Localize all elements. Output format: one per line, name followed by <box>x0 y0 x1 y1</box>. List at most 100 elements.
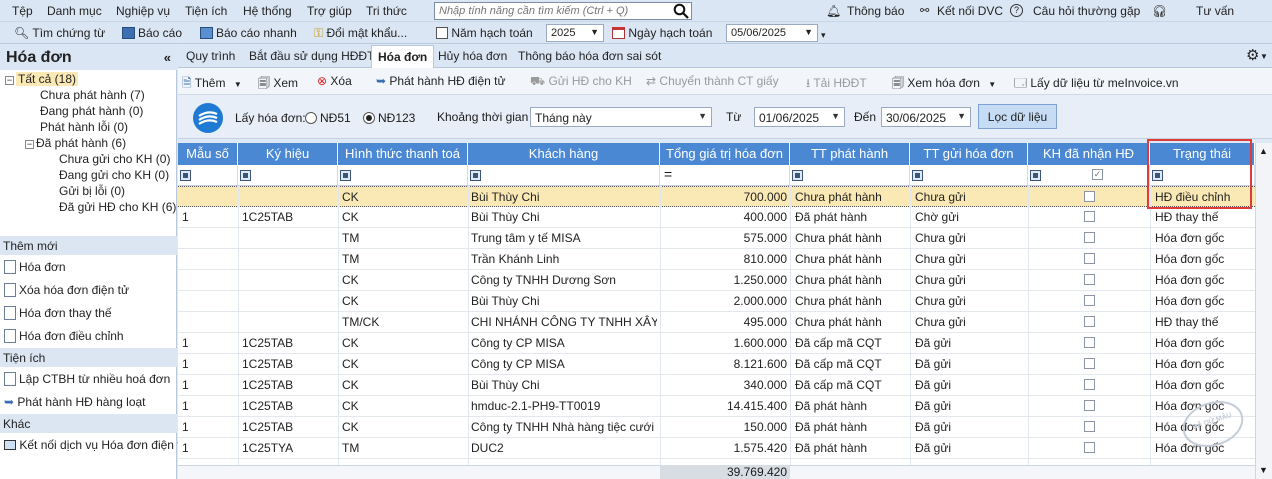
table-row[interactable]: 1 1C25TAB CK Công ty CP MISA 8.121.600 Đã cấp… <box>178 354 1255 375</box>
menu-he-thong[interactable]: Hệ thống <box>243 4 292 18</box>
view-invoice-button[interactable]: 🗐︎ Xem hóa đơn ▼ <box>892 74 996 95</box>
filter-cell[interactable] <box>468 165 660 186</box>
col-header-payment[interactable]: Hình thức thanh toá <box>338 143 468 165</box>
received-checkbox[interactable] <box>1084 442 1095 453</box>
table-row[interactable]: 1 1C25TYA TM DUC2 1.575.420 Đã phát hành Đã gử… <box>178 438 1255 459</box>
chevron-down-icon[interactable]: ▼ <box>234 80 242 89</box>
report-button[interactable]: Báo cáo <box>122 26 182 40</box>
filter-cell[interactable] <box>178 165 238 186</box>
tree-item-issued[interactable]: − Đã phát hành (6) <box>25 136 126 150</box>
delete-button[interactable]: ⊗ Xóa <box>317 74 352 88</box>
table-row[interactable]: TM Trung tâm y tế MISA 575.000 Chưa phát hà… <box>178 228 1255 249</box>
filter-cell[interactable] <box>790 165 910 186</box>
tree-item-issue-error[interactable]: Phát hành lỗi (0) <box>40 120 128 134</box>
tree-item-all[interactable]: − Tất cả (18) <box>5 72 79 86</box>
chevron-down-icon[interactable]: ▼ <box>988 80 996 89</box>
tree-item-not-sent[interactable]: Chưa gửi cho KH (0) <box>59 152 170 166</box>
menu-nghiep-vu[interactable]: Nghiệp vụ <box>116 4 170 18</box>
received-checkbox[interactable] <box>1084 421 1095 432</box>
convert-paper-button[interactable]: ⇄ Chuyển thành CT giấy <box>646 74 779 88</box>
table-row[interactable]: 1 1C25TAB CK Công ty TNHH Nhà hàng tiệc cướ… <box>178 417 1255 438</box>
received-checkbox[interactable] <box>1084 379 1095 390</box>
radio-nd51[interactable]: NĐ51 <box>305 111 351 125</box>
table-row[interactable]: 1 1C25TAB CK hmduc-2.1-PH9-TT0019 14.415.400… <box>178 396 1255 417</box>
received-checkbox[interactable] <box>1084 295 1095 306</box>
tab-invoices[interactable]: Hóa đơn <box>371 45 435 68</box>
menu-tro-giup[interactable]: Trợ giúp <box>307 4 352 18</box>
table-row[interactable]: TM Trần Khánh Linh 810.000 Chưa phát hành Ch… <box>178 249 1255 270</box>
faq-link[interactable]: Câu hỏi thường gặp <box>1033 4 1140 18</box>
send-invoice-button[interactable]: ⛟ Gửi HĐ cho KH <box>530 74 632 90</box>
search-icon[interactable] <box>673 3 689 19</box>
received-checkbox[interactable] <box>1084 337 1095 348</box>
table-row[interactable]: CK Bùi Thùy Chi 700.000 Chưa phát hành Chưa … <box>178 186 1255 207</box>
batch-issue-link[interactable]: ➥ Phát hành HĐ hàng loạt <box>4 395 146 409</box>
chevron-down-icon[interactable]: ▼ <box>1254 45 1272 68</box>
menu-tep[interactable]: Tệp <box>12 4 33 18</box>
scroll-down-icon[interactable]: ▼ <box>1259 465 1268 475</box>
radio-nd123[interactable]: NĐ123 <box>363 111 415 125</box>
filter-cell[interactable] <box>910 165 1028 186</box>
feature-search-input[interactable] <box>434 2 692 20</box>
bell-icon[interactable]: 🔔︎ <box>826 4 841 18</box>
connect-einvoice-link[interactable]: Kết nối dịch vụ Hóa đơn điện t <box>4 438 181 452</box>
new-invoice-link[interactable]: Hóa đơn <box>4 260 66 274</box>
col-header-send-status[interactable]: TT gửi hóa đơn <box>910 143 1028 165</box>
received-checkbox[interactable] <box>1084 232 1095 243</box>
tab-start-einvoice[interactable]: Bắt đầu sử dụng HĐĐT <box>243 45 380 68</box>
from-date-select[interactable]: 01/06/2025 ▼ <box>754 107 845 127</box>
download-einvoice-button[interactable]: ⭳ Tải HĐĐT <box>806 74 867 95</box>
view-button[interactable]: 🗐︎ Xem <box>258 74 298 95</box>
received-checkbox[interactable] <box>1084 274 1095 285</box>
create-sales-voucher-link[interactable]: Lập CTBH từ nhiều hoá đơn <box>4 372 170 386</box>
period-select[interactable]: Tháng này ▼ <box>530 107 712 127</box>
table-row[interactable]: CK Công ty TNHH Dương Sơn 1.250.000 Chưa ph… <box>178 270 1255 291</box>
col-header-total[interactable]: Tổng giá trị hóa đơn <box>660 143 790 165</box>
tree-item-issuing[interactable]: Đang phát hành (0) <box>40 104 143 118</box>
table-row[interactable]: 1 1C25TAB CK Bùi Thùy Chi 340.000 Đã cấp mã C… <box>178 375 1255 396</box>
filter-data-button[interactable]: Lọc dữ liệu <box>978 104 1057 129</box>
checkbox-filter[interactable]: ✓ <box>1092 169 1103 180</box>
adjustment-invoice-link[interactable]: Hóa đơn điều chỉnh <box>4 329 124 343</box>
menu-danh-muc[interactable]: Danh mục <box>47 4 102 18</box>
filter-cell[interactable] <box>238 165 338 186</box>
fetch-meinvoice-button[interactable]: 🗔︎ Lấy dữ liệu từ meInvoice.vn <box>1014 74 1179 95</box>
received-checkbox[interactable] <box>1084 316 1095 327</box>
toolbar-overflow-icon[interactable]: ▾ <box>821 30 826 41</box>
tab-process[interactable]: Quy trình <box>180 45 241 68</box>
tab-error-notice[interactable]: Thông báo hóa đơn sai sót <box>512 45 667 68</box>
quick-report-button[interactable]: Báo cáo nhanh <box>200 26 297 40</box>
col-header-mau-so[interactable]: Mẫu số <box>178 143 238 165</box>
advice-link[interactable]: Tư vấn <box>1196 4 1234 18</box>
received-checkbox[interactable] <box>1084 253 1095 264</box>
tree-item-not-issued[interactable]: Chưa phát hành (7) <box>40 88 145 102</box>
change-password-button[interactable]: ⚿ Đổi mật khẩu... <box>314 26 407 41</box>
to-date-select[interactable]: 30/06/2025 ▼ <box>881 107 971 127</box>
table-row[interactable]: 1 1C25TAB CK Bùi Thùy Chi 400.000 Đã phát hàn… <box>178 207 1255 228</box>
find-voucher-button[interactable]: 🔍︎ Tìm chứng từ <box>14 26 105 40</box>
delete-einvoice-link[interactable]: Xóa hóa đơn điện tử <box>4 283 129 297</box>
filter-cell[interactable]: ✓ <box>1028 165 1150 186</box>
collapse-icon[interactable]: « <box>164 50 171 65</box>
add-button[interactable]: 🗎︎ Thêm ▼ <box>182 74 242 95</box>
table-row[interactable]: TM/CK CHI NHÁNH CÔNG TY TNHH XÂY 495.000 Ch… <box>178 312 1255 333</box>
received-checkbox[interactable] <box>1084 400 1095 411</box>
scroll-up-icon[interactable]: ▲ <box>1259 146 1268 156</box>
tree-item-sent[interactable]: Đã gửi HĐ cho KH (6) <box>59 200 176 214</box>
received-checkbox[interactable] <box>1084 191 1095 202</box>
posting-date-select[interactable]: 05/06/2025 ▼ <box>726 24 818 42</box>
received-checkbox[interactable] <box>1084 358 1095 369</box>
replacement-invoice-link[interactable]: Hóa đơn thay thế <box>4 306 112 320</box>
table-row[interactable]: CK Bùi Thùy Chi 2.000.000 Chưa phát hành Chư… <box>178 291 1255 312</box>
col-header-received[interactable]: KH đã nhận HĐ <box>1028 143 1150 165</box>
menu-tri-thuc[interactable]: Tri thức <box>366 4 407 18</box>
received-checkbox[interactable] <box>1084 211 1095 222</box>
tree-item-sending[interactable]: Đang gửi cho KH (0) <box>59 168 169 182</box>
col-header-ky-hieu[interactable]: Ký hiệu <box>238 143 338 165</box>
notify-link[interactable]: Thông báo <box>847 4 904 18</box>
issue-einvoice-button[interactable]: ➥ Phát hành HĐ điện tử <box>376 74 506 88</box>
dvc-link[interactable]: Kết nối DVC <box>937 4 1003 18</box>
collapse-tree-icon[interactable]: − <box>5 76 14 85</box>
tree-item-send-error[interactable]: Gửi bị lỗi (0) <box>59 184 125 198</box>
fiscal-year-select[interactable]: 2025 ▼ <box>546 24 604 42</box>
